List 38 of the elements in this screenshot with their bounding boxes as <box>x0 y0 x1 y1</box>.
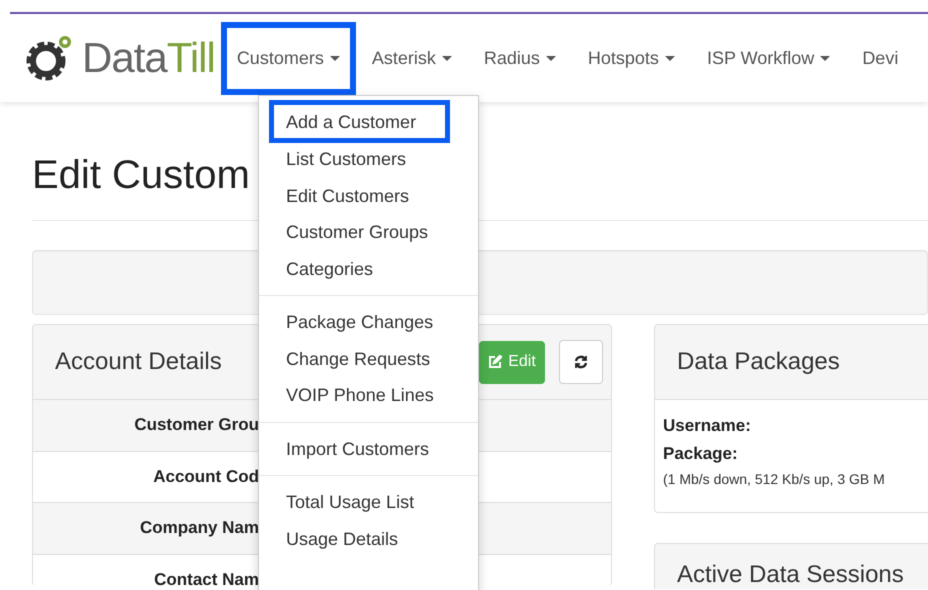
package-detail: (1 Mb/s down, 512 Kb/s up, 3 GB M <box>663 470 886 489</box>
dropdown-menu-item[interactable]: Edit Customers <box>259 178 478 214</box>
field-label: Username: <box>663 415 752 437</box>
field-label: Company Nam <box>138 518 259 538</box>
nav-menu-item[interactable]: Radius <box>468 22 572 94</box>
dropdown-menu-item[interactable]: Import Customers <box>259 430 478 467</box>
dropdown-menu-item[interactable]: Add a Customer <box>269 100 450 143</box>
edit-icon <box>488 355 502 369</box>
brand-logo[interactable]: DataTill <box>82 34 215 82</box>
dropdown-menu-item[interactable]: Customer Groups <box>259 214 478 250</box>
field-label: Contact Nam <box>153 570 259 586</box>
nav-menu-item[interactable]: Asterisk <box>356 22 468 94</box>
panel-title: Active Data Sessions <box>677 561 904 589</box>
caret-icon <box>664 56 675 60</box>
nav-menu-item[interactable]: Devi <box>846 22 914 94</box>
gear-logo-icon <box>24 33 74 83</box>
refresh-button[interactable] <box>559 340 603 384</box>
caret-icon <box>820 56 830 60</box>
caret-icon <box>442 56 452 60</box>
field-label: Customer Grou <box>133 415 259 436</box>
nav-menu-item[interactable]: ISP Workflow <box>690 22 846 94</box>
page-title: Edit Custom <box>32 152 250 198</box>
dropdown-menu-item[interactable]: List Customers <box>259 141 478 178</box>
nav-menu-item[interactable]: Hotspots <box>572 22 691 94</box>
caret-icon <box>330 56 340 60</box>
caret-icon <box>546 56 556 60</box>
panel-title: Data Packages <box>677 348 840 376</box>
dropdown-menu-item[interactable]: Package Changes <box>259 304 478 340</box>
dropdown-menu-item[interactable]: VOIP Phone Lines <box>259 377 478 414</box>
panel-title: Account Details <box>55 348 222 376</box>
dropdown-menu-item[interactable]: Total Usage List <box>259 484 478 520</box>
field-label: Account Cod <box>152 466 259 487</box>
dropdown-menu-item[interactable]: Usage Details <box>259 520 478 557</box>
refresh-icon <box>574 355 588 369</box>
dropdown-menu-item[interactable]: Change Requests <box>259 340 478 377</box>
nav-menu-item[interactable]: Customers <box>220 22 356 94</box>
field-label: Package: <box>663 443 739 465</box>
dropdown-menu-item[interactable]: Categories <box>259 250 478 287</box>
